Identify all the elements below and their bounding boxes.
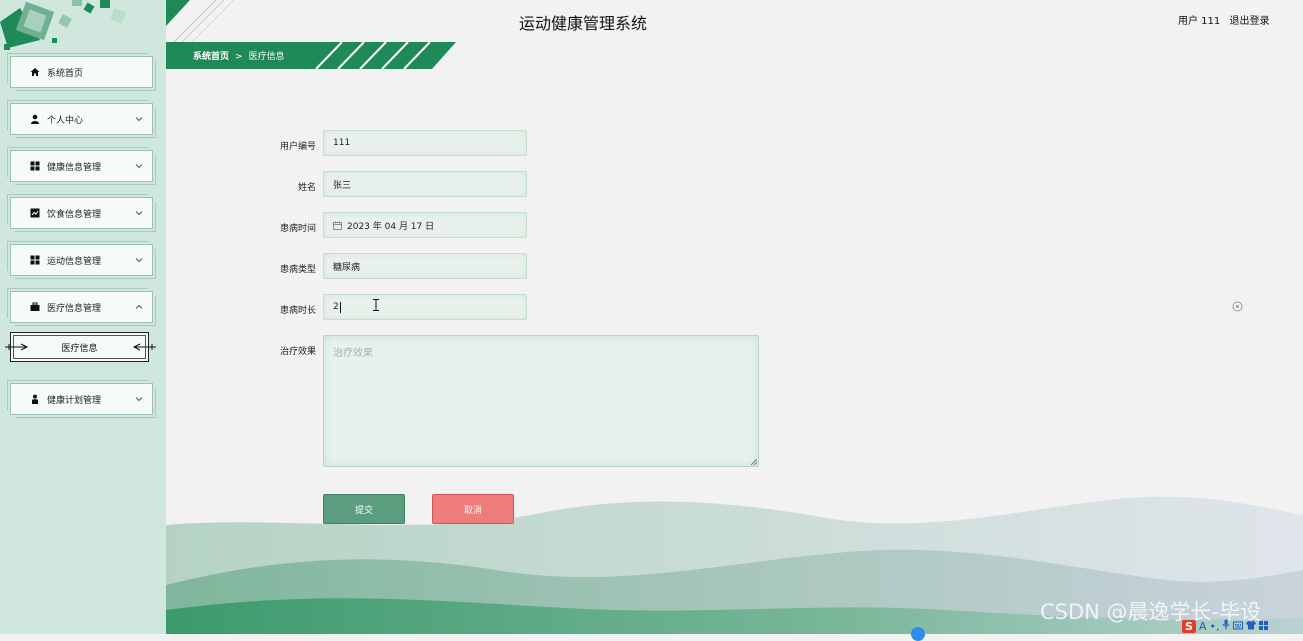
sidebar: 系统首页 个人中心 健康信息管理 饮食信息管理 运动信息管理 医疗信息管理 医疗… <box>0 0 166 634</box>
sidebar-item-label: 运动信息管理 <box>47 256 102 267</box>
name-label: 姓名 <box>297 183 316 193</box>
calendar-icon <box>333 221 342 230</box>
current-user-label: 用户 111 <box>1178 16 1221 27</box>
punctuation-icon[interactable]: •, <box>1209 620 1219 633</box>
onset-time-value: 2023 年 04 月 17 日 <box>347 221 435 232</box>
user-id-label: 用户编号 <box>279 142 316 152</box>
sidebar-item-exercise-info[interactable]: 运动信息管理 <box>7 241 156 279</box>
resize-left-arrow-icon <box>5 343 29 351</box>
sidebar-subitem-medical-info[interactable]: 医疗信息 <box>5 332 156 362</box>
chevron-down-icon <box>135 397 143 402</box>
target-icon <box>1232 301 1243 312</box>
breadcrumb-home[interactable]: 系统首页 <box>193 52 229 62</box>
cancel-button[interactable]: 取消 <box>432 494 514 524</box>
name-value: 张三 <box>333 180 352 191</box>
keyboard-icon[interactable] <box>1233 620 1244 633</box>
ibeam-cursor-icon <box>373 299 379 311</box>
sidebar-item-label: 个人中心 <box>47 115 84 126</box>
skin-shirt-icon[interactable] <box>1246 620 1257 633</box>
page-title: 运动健康管理系统 <box>519 14 648 33</box>
ime-brand: S <box>1182 619 1196 633</box>
grid-icon <box>29 160 41 172</box>
sidebar-item-personal-center[interactable]: 个人中心 <box>7 100 156 138</box>
duration-label: 患病时长 <box>279 306 316 316</box>
resize-handle-icon[interactable] <box>751 459 757 465</box>
toolbox-grid-icon[interactable] <box>1259 620 1269 633</box>
onset-time-label: 患病时间 <box>279 224 316 234</box>
chevron-down-icon <box>135 258 143 263</box>
duration-field[interactable]: 2 <box>323 294 527 320</box>
sidebar-item-label: 系统首页 <box>47 68 84 79</box>
duration-value: 2 <box>333 302 339 312</box>
ime-mode[interactable]: A <box>1199 620 1207 633</box>
sidebar-decoration <box>0 0 126 50</box>
sidebar-item-home[interactable]: 系统首页 <box>7 53 156 91</box>
treatment-effect-placeholder: 治疗效果 <box>333 348 373 359</box>
sidebar-item-diet-info[interactable]: 饮食信息管理 <box>7 194 156 232</box>
sidebar-subitem-label: 医疗信息 <box>61 343 98 354</box>
user-id-value: 111 <box>333 138 351 148</box>
sidebar-item-label: 饮食信息管理 <box>47 209 102 220</box>
microphone-icon[interactable] <box>1222 619 1230 633</box>
sidebar-item-label: 医疗信息管理 <box>47 303 102 314</box>
briefcase-icon <box>29 301 41 313</box>
name-field[interactable]: 张三 <box>323 171 527 197</box>
home-icon <box>29 66 41 78</box>
sidebar-item-label: 健康计划管理 <box>47 395 102 406</box>
treatment-effect-textarea[interactable]: 治疗效果 <box>323 335 759 467</box>
chevron-down-icon <box>135 117 143 122</box>
user-id-field[interactable]: 111 <box>323 130 527 156</box>
treatment-effect-label: 治疗效果 <box>279 347 316 357</box>
logout-link[interactable]: 退出登录 <box>1229 16 1269 27</box>
breadcrumb-separator: > <box>235 52 243 62</box>
sidebar-item-health-info[interactable]: 健康信息管理 <box>7 147 156 185</box>
breadcrumb: 系统首页 > 医疗信息 <box>193 49 285 62</box>
submit-button[interactable]: 提交 <box>323 494 405 524</box>
disease-type-label: 患病类型 <box>279 265 316 275</box>
header-corner-decoration <box>166 0 235 42</box>
chevron-down-icon <box>135 164 143 169</box>
user-icon <box>29 113 41 125</box>
sidebar-item-health-plan[interactable]: 健康计划管理 <box>7 380 156 418</box>
chevron-up-icon <box>135 304 143 309</box>
sidebar-item-medical-info[interactable]: 医疗信息管理 <box>7 288 156 326</box>
breadcrumb-current: 医疗信息 <box>248 52 285 62</box>
person-icon <box>29 393 41 405</box>
grid-icon <box>29 254 41 266</box>
user-bar: 用户 111 退出登录 <box>1178 12 1275 27</box>
disease-type-value: 糖尿病 <box>333 262 361 273</box>
disease-type-field[interactable]: 糖尿病 <box>323 253 527 279</box>
sidebar-item-label: 健康信息管理 <box>47 162 102 173</box>
chevron-down-icon <box>135 211 143 216</box>
chart-icon <box>29 207 41 219</box>
text-caret <box>339 301 341 313</box>
scroll-indicator-dot <box>911 627 925 641</box>
ime-toolbar: S A •, <box>1182 618 1271 634</box>
onset-time-date-picker[interactable]: 2023 年 04 月 17 日 <box>323 212 527 238</box>
resize-right-arrow-icon <box>132 343 156 351</box>
